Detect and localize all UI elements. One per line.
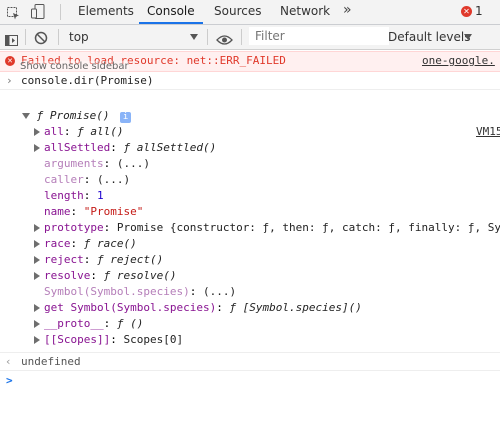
chevron-right-icon: ›: [6, 74, 13, 87]
object-title: ƒ Promise(): [36, 109, 110, 122]
property-value: ƒ (): [116, 317, 144, 330]
context-value: top: [69, 30, 89, 44]
tab-console[interactable]: Console: [139, 0, 203, 24]
prompt-chevron-icon: >: [6, 374, 13, 387]
toolbar-divider: [58, 29, 59, 45]
expand-arrow-icon[interactable]: [34, 332, 44, 348]
expand-arrow-icon[interactable]: [34, 220, 44, 236]
result-value: undefined: [21, 355, 81, 368]
property-key: __proto__: [44, 317, 104, 330]
log-levels-dropdown[interactable]: Default levels: [388, 27, 478, 47]
property-row[interactable]: race: ƒ race(): [34, 236, 137, 252]
console-result: ‹ undefined: [0, 354, 500, 370]
expand-arrow-icon[interactable]: [34, 300, 44, 316]
expand-arrow-icon[interactable]: [34, 316, 44, 332]
return-arrow-icon: ‹: [5, 355, 12, 368]
property-row: length: 1: [44, 189, 104, 202]
property-key: allSettled: [44, 141, 111, 154]
property-value: Promise {constructor: ƒ, then: ƒ, catch:…: [116, 221, 500, 234]
dropdown-arrow-icon: [190, 34, 198, 40]
toolbar-divider: [60, 4, 61, 20]
property-row[interactable]: [[Scopes]]: Scopes[0]: [34, 332, 183, 348]
property-row: Symbol(Symbol.species): (...): [44, 285, 237, 298]
eye-icon[interactable]: [216, 31, 233, 45]
property-row[interactable]: reject: ƒ reject(): [34, 252, 163, 268]
property-key: reject: [44, 253, 84, 266]
property-row[interactable]: prototype: Promise {constructor: ƒ, then…: [34, 220, 500, 236]
console-input-echo: › console.dir(Promise): [0, 73, 500, 90]
error-count[interactable]: 1: [475, 4, 483, 18]
property-row: arguments: (...): [44, 157, 150, 170]
property-value: (...): [116, 157, 150, 170]
console-error-message: ✕ Failed to load resource: net::ERR_FAIL…: [0, 51, 500, 72]
chevrons-right-icon[interactable]: »: [343, 2, 352, 18]
property-value: ƒ [Symbol.species](): [229, 301, 362, 314]
property-key: name: [44, 205, 71, 218]
expand-arrow-icon[interactable]: [34, 252, 44, 268]
expand-arrow-icon[interactable]: [34, 124, 44, 140]
property-key: Symbol(Symbol.species): [44, 285, 190, 298]
prompt-divider: [0, 370, 500, 371]
console-prompt[interactable]: >: [0, 373, 500, 389]
property-key: resolve: [44, 269, 91, 282]
property-row[interactable]: __proto__: ƒ (): [34, 316, 143, 332]
source-link[interactable]: VM15: [476, 125, 500, 138]
context-selector[interactable]: top: [63, 27, 203, 47]
property-key: get Symbol(Symbol.species): [44, 301, 217, 314]
property-key: length: [44, 189, 84, 202]
inspect-element-icon[interactable]: [7, 5, 20, 20]
property-row: caller: (...): [44, 173, 131, 186]
clear-console-icon[interactable]: [34, 30, 48, 45]
tooltip: Show console sidebar: [20, 61, 129, 72]
property-row[interactable]: allSettled: ƒ allSettled(): [34, 140, 216, 156]
property-value: 1: [97, 189, 104, 202]
property-key: [[Scopes]]: [44, 333, 111, 346]
sidebar-toggle-icon[interactable]: [5, 31, 18, 46]
result-divider: [0, 352, 500, 353]
property-key: arguments: [44, 157, 104, 170]
property-key: caller: [44, 173, 84, 186]
tab-elements[interactable]: Elements: [78, 0, 134, 24]
expand-arrow-icon[interactable]: [34, 268, 44, 284]
property-key: race: [44, 237, 71, 250]
filter-input[interactable]: [249, 27, 389, 45]
property-value: ƒ reject(): [97, 253, 164, 266]
property-key: prototype: [44, 221, 104, 234]
error-icon[interactable]: ✕: [461, 6, 472, 17]
log-levels-label: Default levels: [388, 30, 471, 44]
tab-sources[interactable]: Sources: [214, 0, 261, 24]
error-icon: ✕: [5, 56, 15, 66]
object-header[interactable]: ƒ Promise() i: [22, 108, 132, 124]
property-key: all: [44, 125, 64, 138]
console-toolbar: top Default levels: [0, 25, 500, 50]
property-value: ƒ all(): [77, 125, 124, 138]
toolbar-divider: [207, 29, 208, 45]
tab-network[interactable]: Network: [280, 0, 330, 24]
property-row[interactable]: resolve: ƒ resolve(): [34, 268, 176, 284]
property-value: "Promise": [83, 205, 144, 218]
error-source-link[interactable]: one-google.: [422, 54, 495, 67]
toolbar-divider: [241, 29, 242, 45]
info-icon[interactable]: i: [120, 112, 132, 123]
property-row: name: "Promise": [44, 205, 144, 218]
property-value: ƒ resolve(): [103, 269, 177, 282]
property-row[interactable]: all: ƒ all(): [34, 124, 123, 140]
property-value: ƒ allSettled(): [123, 141, 217, 154]
devtools-tab-bar: Elements Console Sources Network » ✕ 1: [0, 0, 500, 25]
property-row[interactable]: get Symbol(Symbol.species): ƒ [Symbol.sp…: [34, 300, 362, 316]
command-text: console.dir(Promise): [21, 74, 154, 87]
toolbar-divider: [25, 29, 26, 45]
property-value: ƒ race(): [83, 237, 137, 250]
property-value: (...): [202, 285, 237, 298]
dropdown-arrow-icon: [464, 34, 472, 40]
expand-arrow-icon[interactable]: [22, 113, 30, 119]
device-toolbar-icon[interactable]: [31, 4, 47, 19]
expand-arrow-icon[interactable]: [34, 236, 44, 252]
property-value: Scopes[0]: [123, 333, 184, 346]
expand-arrow-icon[interactable]: [34, 140, 44, 156]
property-value: (...): [97, 173, 131, 186]
